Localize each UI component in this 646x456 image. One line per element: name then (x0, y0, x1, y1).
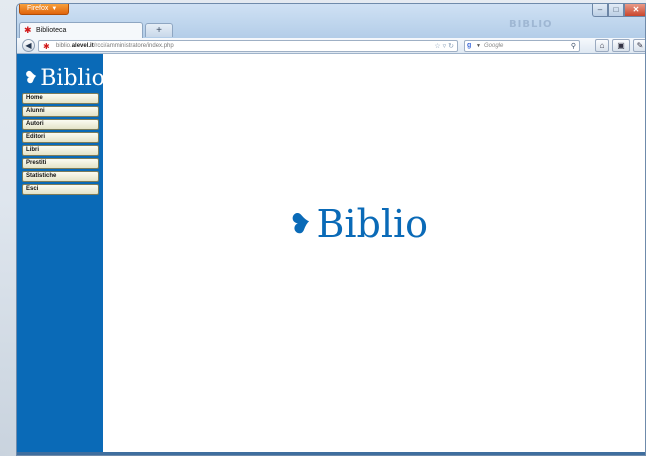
maximize-button[interactable]: □ (608, 4, 624, 17)
home-button[interactable]: ⌂ (595, 39, 609, 52)
sidebar-item-prestiti[interactable]: Prestiti (22, 158, 99, 169)
sidebar-item-editori[interactable]: Editori (22, 132, 99, 143)
status-bar (17, 452, 645, 455)
magnifier-icon[interactable]: ⚲ (571, 41, 576, 52)
url-path: /rcci/amministratore/index.php (93, 43, 174, 49)
url-domain: alevel.it (71, 43, 94, 49)
chevron-down-icon[interactable]: ▼ (476, 41, 481, 52)
url-actions[interactable]: ☆ ▿ ↻ (434, 41, 454, 52)
dropdown-arrow-icon[interactable]: ▿ (443, 43, 447, 50)
url-text: biblio.alevel.it/rcci/amministratore/ind… (56, 41, 174, 52)
bookmark-icon: ▣ (617, 41, 625, 50)
addon-button[interactable]: ✎ (633, 39, 645, 52)
sidebar-item-esci[interactable]: Esci (22, 184, 99, 195)
reload-icon[interactable]: ↻ (448, 43, 454, 50)
puzzle-icon: ✎ (636, 41, 644, 50)
browser-window: Firefox ▼ BIBLIO – □ ✕ ✱ Biblioteca + ◀ ✱… (16, 3, 646, 456)
asterisk-icon: ✱ (24, 25, 32, 35)
firefox-menu-button[interactable]: Firefox ▼ (19, 4, 69, 15)
sidebar: ❥Biblio Home Alunni Autori Editori Libri… (17, 54, 105, 455)
tab-biblioteca[interactable]: ✱ Biblioteca (19, 22, 143, 38)
main-logo: ❥Biblio (286, 202, 429, 246)
sidebar-logo[interactable]: ❥Biblio (22, 66, 105, 91)
page-viewport: ❥Biblio Home Alunni Autori Editori Libri… (17, 54, 645, 455)
minimize-button[interactable]: – (592, 4, 608, 17)
sidebar-item-libri[interactable]: Libri (22, 145, 99, 156)
navigation-toolbar: ◀ ✱ biblio.alevel.it/rcci/amministratore… (17, 38, 645, 54)
search-input[interactable]: Google (484, 41, 503, 52)
sidebar-item-alunni[interactable]: Alunni (22, 106, 99, 117)
tab-title: Biblioteca (36, 27, 67, 34)
title-bar: Firefox ▼ BIBLIO – □ ✕ ✱ Biblioteca + (17, 4, 645, 38)
title-watermark: BIBLIO (509, 19, 553, 30)
back-button[interactable]: ◀ (22, 39, 35, 52)
nav-menu: Home Alunni Autori Editori Libri Prestit… (22, 93, 99, 197)
main-logo-text: Biblio (316, 202, 429, 246)
arrow-left-icon: ◀ (25, 41, 32, 50)
search-bar[interactable]: g ▼ Google ⚲ (464, 40, 580, 52)
chevron-down-icon: ▼ (51, 6, 58, 12)
drop-icon: ❥ (286, 205, 316, 242)
home-icon: ⌂ (599, 41, 605, 50)
sidebar-item-home[interactable]: Home (22, 93, 99, 104)
google-icon[interactable]: g (467, 42, 475, 50)
sidebar-item-statistiche[interactable]: Statistiche (22, 171, 99, 182)
url-bar[interactable]: ✱ biblio.alevel.it/rcci/amministratore/i… (38, 40, 458, 52)
star-icon[interactable]: ☆ (434, 43, 440, 50)
asterisk-icon: ✱ (43, 42, 50, 51)
bookmarks-button[interactable]: ▣ (612, 39, 630, 52)
firefox-menu-label: Firefox (27, 5, 49, 12)
new-tab-button[interactable]: + (145, 23, 173, 37)
sidebar-item-autori[interactable]: Autori (22, 119, 99, 130)
close-button[interactable]: ✕ (624, 4, 645, 17)
url-prefix: biblio. (56, 43, 72, 49)
drop-icon: ❥ (22, 66, 40, 90)
sidebar-logo-text: Biblio (40, 66, 105, 91)
